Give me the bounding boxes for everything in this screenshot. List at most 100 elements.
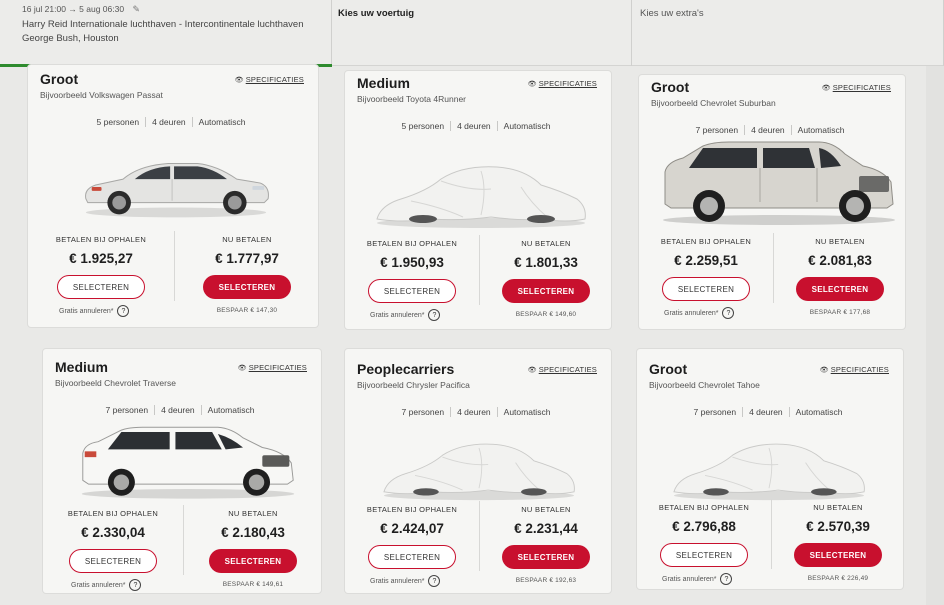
pay-later-price: € 2.796,88 xyxy=(672,519,736,534)
pay-now-label: NU BETALEN xyxy=(228,509,278,518)
step-vehicle[interactable]: Kies uw voertuig xyxy=(332,0,632,66)
vehicle-example: Bijvoorbeeld Chrysler Pacifica xyxy=(357,380,470,390)
vehicle-example: Bijvoorbeeld Chevrolet Tahoe xyxy=(649,380,760,390)
eye-icon: 👁 xyxy=(819,367,829,374)
specifications-label: SPECIFICATIES xyxy=(830,365,889,374)
select-pay-now-button[interactable]: SELECTEREN xyxy=(209,549,297,573)
vehicle-image xyxy=(659,135,899,227)
feature-transmission: Automatisch xyxy=(207,405,255,415)
feature-persons: 5 personen xyxy=(97,117,147,127)
vehicle-category: Groot xyxy=(40,71,79,87)
page-edge xyxy=(926,66,944,605)
select-pay-now-button[interactable]: SELECTEREN xyxy=(502,279,590,303)
specifications-link[interactable]: 👁 SPECIFICATIES xyxy=(822,83,891,92)
help-icon[interactable]: ? xyxy=(720,573,733,585)
vehicle-image xyxy=(77,421,299,501)
specifications-label: SPECIFICATIES xyxy=(245,75,304,84)
select-pay-later-button[interactable]: SELECTEREN xyxy=(57,275,145,299)
free-cancellation-label: Gratis annuleren* xyxy=(370,577,425,585)
pay-now-label: NU BETALEN xyxy=(521,505,571,514)
free-cancellation-label: Gratis annuleren* xyxy=(370,311,425,319)
vehicle-example: Bijvoorbeeld Toyota 4Runner xyxy=(357,94,466,104)
free-cancellation: Gratis annuleren*? xyxy=(664,307,735,319)
select-pay-later-button[interactable]: SELECTEREN xyxy=(662,277,750,301)
help-icon[interactable]: ? xyxy=(722,307,735,319)
feature-doors: 4 deuren xyxy=(745,125,792,135)
free-cancellation-label: Gratis annuleren* xyxy=(71,581,126,589)
pay-later-label: BETALEN BIJ OPHALEN xyxy=(660,237,752,246)
vehicle-example: Bijvoorbeeld Volkswagen Passat xyxy=(40,90,163,100)
pay-later-label: BETALEN BIJ OPHALEN xyxy=(67,509,159,518)
specifications-link[interactable]: 👁 SPECIFICATIES xyxy=(820,365,889,374)
select-pay-now-button[interactable]: SELECTEREN xyxy=(203,275,291,299)
select-pay-now-button[interactable]: SELECTEREN xyxy=(794,543,882,567)
select-pay-now-button[interactable]: SELECTEREN xyxy=(796,277,884,301)
pay-now-label: NU BETALEN xyxy=(815,237,865,246)
pay-later-price: € 1.950,93 xyxy=(380,255,444,270)
trip-route: Harry Reid Internationale luchthaven - I… xyxy=(22,18,303,46)
help-icon[interactable]: ? xyxy=(428,575,441,587)
free-cancellation: Gratis annuleren*? xyxy=(71,579,142,591)
specifications-link[interactable]: 👁 SPECIFICATIES xyxy=(528,79,597,88)
vehicle-example: Bijvoorbeeld Chevrolet Traverse xyxy=(55,378,176,388)
help-icon[interactable]: ? xyxy=(117,305,130,317)
trip-dates-text: 16 jul 21:00 → 5 aug 06:30 xyxy=(22,4,125,14)
help-icon[interactable]: ? xyxy=(428,309,441,321)
vehicle-features: 7 personen 4 deuren Automatisch xyxy=(345,407,613,417)
select-pay-later-button[interactable]: SELECTEREN xyxy=(368,545,456,569)
vehicle-features: 7 personen 4 deuren Automatisch xyxy=(639,125,907,135)
vehicle-category: Medium xyxy=(357,75,410,91)
vehicle-category: Groot xyxy=(651,79,690,95)
free-cancellation: Gratis annuleren*? xyxy=(662,573,733,585)
vehicle-card: Medium Bijvoorbeeld Chevrolet Traverse 👁 SP… xyxy=(42,348,322,594)
pay-later-price: € 2.330,04 xyxy=(81,525,145,540)
specifications-label: SPECIFICATIES xyxy=(248,363,307,372)
feature-doors: 4 deuren xyxy=(743,407,790,417)
saving-amount: BESPAAR € 147,30 xyxy=(216,307,278,314)
vehicle-category: Peoplecarriers xyxy=(357,361,455,377)
edit-pencil-icon[interactable]: ✎ xyxy=(132,4,140,15)
vehicle-card: Groot Bijvoorbeeld Volkswagen Passat 👁 SPEC… xyxy=(27,64,319,328)
feature-doors: 4 deuren xyxy=(146,117,193,127)
feature-transmission: Automatisch xyxy=(198,117,246,127)
trip-dates: 16 jul 21:00 → 5 aug 06:30 ✎ xyxy=(22,4,140,15)
pay-now-label: NU BETALEN xyxy=(521,239,571,248)
trip-summary[interactable]: 16 jul 21:00 → 5 aug 06:30 ✎ Harry Reid … xyxy=(0,0,332,67)
feature-doors: 4 deuren xyxy=(451,121,498,131)
pay-later-label: BETALEN BIJ OPHALEN xyxy=(366,239,458,248)
saving-amount: BESPAAR € 149,60 xyxy=(515,311,577,318)
free-cancellation: Gratis annuleren*? xyxy=(370,575,441,587)
route-line-2: George Bush, Houston xyxy=(22,33,119,44)
step-extras-label: Kies uw extra's xyxy=(640,8,704,19)
select-pay-later-button[interactable]: SELECTEREN xyxy=(660,543,748,567)
specifications-label: SPECIFICATIES xyxy=(832,83,891,92)
pay-later-price: € 2.259,51 xyxy=(674,253,738,268)
route-line-1: Harry Reid Internationale luchthaven - I… xyxy=(22,19,304,30)
saving-amount: BESPAAR € 226,49 xyxy=(807,575,869,582)
free-cancellation-label: Gratis annuleren* xyxy=(664,309,719,317)
pay-later-label: BETALEN BIJ OPHALEN xyxy=(366,505,458,514)
specifications-link[interactable]: 👁 SPECIFICATIES xyxy=(238,363,307,372)
eye-icon: 👁 xyxy=(527,367,537,374)
feature-transmission: Automatisch xyxy=(797,125,845,135)
eye-icon: 👁 xyxy=(237,365,247,372)
step-extras[interactable]: Kies uw extra's xyxy=(632,0,944,66)
specifications-label: SPECIFICATIES xyxy=(538,365,597,374)
pay-now-price: € 2.231,44 xyxy=(514,521,578,536)
feature-transmission: Automatisch xyxy=(503,407,551,417)
vehicle-features: 7 personen 4 deuren Automatisch xyxy=(637,407,905,417)
eye-icon: 👁 xyxy=(527,81,537,88)
vehicle-image xyxy=(371,159,591,229)
select-pay-later-button[interactable]: SELECTEREN xyxy=(368,279,456,303)
vehicle-card: Groot Bijvoorbeeld Chevrolet Tahoe 👁 SPECIF… xyxy=(636,348,904,590)
vehicle-features: 5 personen 4 deuren Automatisch xyxy=(28,117,320,127)
specifications-link[interactable]: 👁 SPECIFICATIES xyxy=(235,75,304,84)
saving-amount: BESPAAR € 177,68 xyxy=(809,309,871,316)
specifications-link[interactable]: 👁 SPECIFICATIES xyxy=(528,365,597,374)
pay-later-label: BETALEN BIJ OPHALEN xyxy=(658,503,750,512)
saving-amount: BESPAAR € 149,61 xyxy=(222,581,284,588)
help-icon[interactable]: ? xyxy=(129,579,142,591)
select-pay-now-button[interactable]: SELECTEREN xyxy=(502,545,590,569)
feature-persons: 5 personen xyxy=(402,121,452,131)
select-pay-later-button[interactable]: SELECTEREN xyxy=(69,549,157,573)
